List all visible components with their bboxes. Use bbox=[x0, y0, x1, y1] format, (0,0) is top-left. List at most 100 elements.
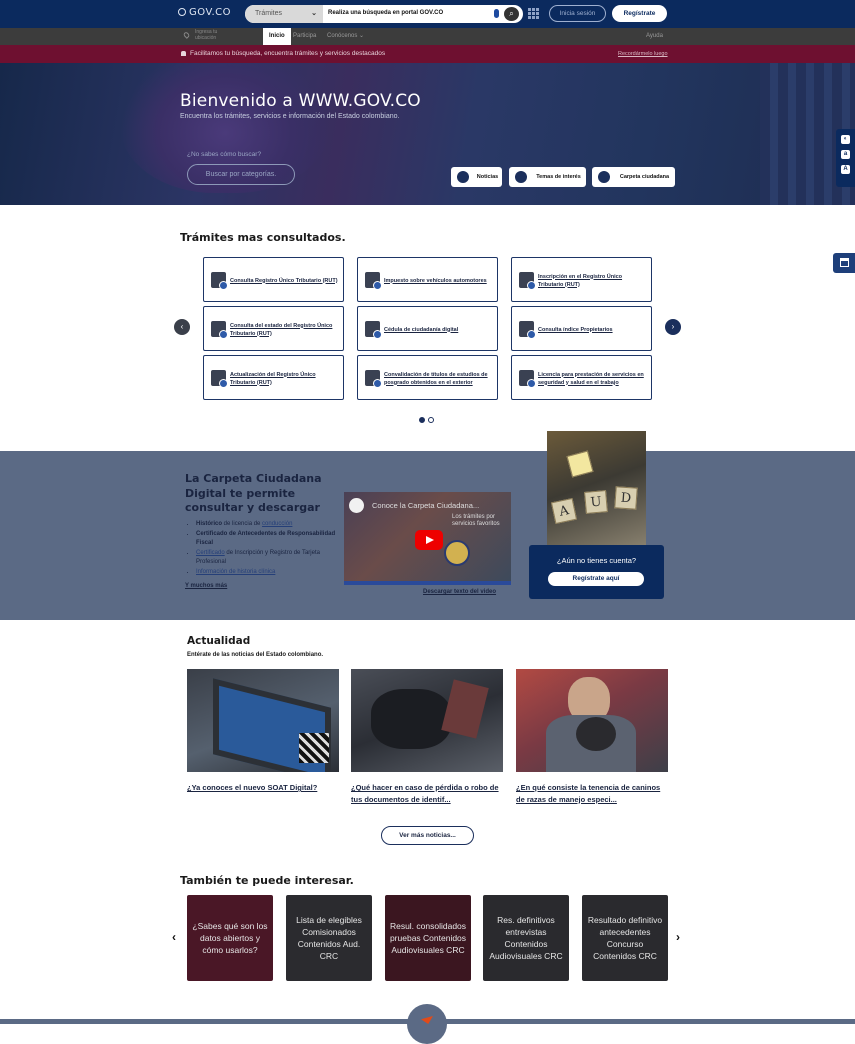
search-button[interactable]: ⌕ bbox=[504, 7, 519, 21]
carousel-pagination bbox=[419, 410, 437, 428]
hero-subtitle: Encuentra los trámites, servicios e info… bbox=[180, 113, 400, 120]
tramite-card[interactable]: Inscripción en el Registro Único Tributa… bbox=[511, 257, 652, 302]
interes-card[interactable]: Resul. consolidados pruebas Contenidos A… bbox=[385, 895, 471, 981]
video-transcript-link[interactable]: Descargar texto del video bbox=[423, 589, 496, 595]
tramite-card-label: Inscripción en el Registro Único Tributa… bbox=[538, 273, 623, 288]
letter-tile: U bbox=[584, 490, 608, 514]
video-title: Conoce la Carpeta Ciudadana... bbox=[372, 501, 480, 510]
search-category-select[interactable]: Trámites ⌄ bbox=[245, 5, 323, 23]
search-by-category-button[interactable]: Buscar por categorías. bbox=[187, 164, 295, 185]
tramite-card[interactable]: Convalidación de títulos de estudios de … bbox=[357, 355, 498, 400]
alert-bar: Facilitamos tu búsqueda, encuentra trámi… bbox=[0, 45, 855, 63]
more-link[interactable]: Y muchos más bbox=[185, 583, 227, 589]
news-card[interactable]: ¿Ya conoces el nuevo SOAT Digital? bbox=[187, 669, 339, 794]
interes-card-label: Resul. consolidados pruebas Contenidos A… bbox=[389, 921, 467, 955]
search-input[interactable]: Realiza una búsqueda en portal GOV.CO bbox=[328, 10, 443, 16]
interes-card[interactable]: Res. definitivos entrevistas Contenidos … bbox=[483, 895, 569, 981]
decrease-font-icon[interactable]: a bbox=[841, 150, 850, 159]
interes-card-label: Res. definitivos entrevistas Contenidos … bbox=[489, 915, 563, 961]
location-selector[interactable]: Ingresa tu ubicación bbox=[182, 29, 217, 41]
graduation-cap-icon bbox=[365, 370, 382, 388]
interes-next-button[interactable]: › bbox=[676, 930, 680, 944]
institution-icon bbox=[840, 258, 849, 267]
letter-tile: A bbox=[550, 497, 578, 525]
govco-logo[interactable]: GOV.CO bbox=[178, 7, 231, 18]
item-link[interactable]: Información de historia clínica bbox=[196, 569, 275, 575]
document-icon bbox=[365, 272, 382, 290]
increase-font-icon[interactable]: A bbox=[841, 165, 850, 174]
item-link[interactable]: conducción bbox=[262, 521, 292, 527]
tramite-card[interactable]: Licencia para prestación de servicios en… bbox=[511, 355, 652, 400]
document-icon bbox=[211, 370, 228, 388]
register-cta-box: ¿Aún no tienes cuenta? Regístrate aquí bbox=[529, 545, 664, 599]
document-icon bbox=[211, 321, 228, 339]
chevron-down-icon: ⌄ bbox=[359, 33, 365, 39]
news-card[interactable]: ¿Qué hacer en caso de pérdida o robo de … bbox=[351, 669, 503, 805]
news-image bbox=[516, 669, 668, 772]
tab-inicio[interactable]: Inicio bbox=[263, 28, 291, 45]
tramite-card[interactable]: Consulta del estado del Registro Único T… bbox=[203, 306, 344, 351]
play-button[interactable] bbox=[415, 530, 443, 550]
interes-title: También te puede interesar. bbox=[180, 874, 354, 887]
document-icon bbox=[519, 321, 536, 339]
register-button[interactable]: Regístrate bbox=[612, 5, 667, 22]
apps-grid-icon[interactable] bbox=[528, 8, 539, 19]
carousel-dot[interactable] bbox=[428, 417, 434, 423]
carousel-prev-button[interactable]: ‹ bbox=[174, 319, 190, 335]
list-item: Certificado de Inscripción y Registro de… bbox=[196, 549, 336, 568]
news-shortcut-label: Noticias bbox=[476, 174, 499, 180]
tramite-card[interactable]: Cédula de ciudadanía digital bbox=[357, 306, 498, 351]
main-nav: Ingresa tu ubicación Inicio Participa Con… bbox=[0, 28, 855, 45]
side-institution-button[interactable] bbox=[833, 253, 855, 273]
citizen-folder-shortcut-button[interactable]: Carpeta ciudadana bbox=[592, 167, 675, 187]
location-line-2: ubicación bbox=[195, 35, 217, 41]
colombia-flag-icon bbox=[421, 1016, 433, 1024]
tramite-card-label: Licencia para prestación de servicios en… bbox=[538, 371, 644, 386]
remind-later-link[interactable]: Recordármelo luego bbox=[618, 51, 668, 57]
interes-prev-button[interactable]: ‹ bbox=[172, 930, 176, 944]
more-news-button[interactable]: Ver más noticias... bbox=[381, 826, 474, 845]
tramite-card[interactable]: Actualización del Registro Único Tributa… bbox=[203, 355, 344, 400]
carousel-dot[interactable] bbox=[419, 417, 425, 423]
footer-logo bbox=[407, 1004, 447, 1044]
tramite-card-label: Convalidación de títulos de estudios de … bbox=[384, 371, 488, 386]
tramite-card[interactable]: Consulta Registro Único Tributario (RUT) bbox=[203, 257, 344, 302]
chip-tile bbox=[566, 450, 594, 478]
tab-participa[interactable]: Participa bbox=[293, 28, 316, 45]
video-progress-bar bbox=[344, 581, 511, 585]
item-bold: Histórico bbox=[196, 521, 223, 527]
tramite-card-label: Actualización del Registro Único Tributa… bbox=[230, 371, 316, 386]
help-link[interactable]: Ayuda bbox=[646, 28, 663, 45]
citizen-folder-shortcut-label: Carpeta ciudadana bbox=[619, 174, 670, 180]
carpeta-title: La Carpeta Ciudadana Digital te permite … bbox=[185, 472, 322, 514]
interes-card-label: Lista de elegibles Comisionados Contenid… bbox=[296, 915, 362, 961]
contrast-icon[interactable]: ◐ bbox=[841, 135, 850, 144]
list-item: Información de historia clínica bbox=[196, 568, 336, 578]
interes-card[interactable]: Lista de elegibles Comisionados Contenid… bbox=[286, 895, 372, 981]
tramite-card[interactable]: Consulta índice Propietarios bbox=[511, 306, 652, 351]
microphone-icon[interactable] bbox=[494, 9, 499, 18]
register-here-button[interactable]: Regístrate aquí bbox=[548, 572, 644, 586]
interes-card[interactable]: Resultado definitivo antecedentes Concur… bbox=[582, 895, 668, 981]
item-link[interactable]: Certificado bbox=[196, 550, 225, 556]
carousel-next-button[interactable]: › bbox=[665, 319, 681, 335]
interes-card[interactable]: ¿Sabes qué son los datos abiertos y cómo… bbox=[187, 895, 273, 981]
tramites-title: Trámites mas consultados. bbox=[180, 231, 346, 244]
tramite-card[interactable]: Impuesto sobre vehículos automotores bbox=[357, 257, 498, 302]
tab-conocenos[interactable]: Conócenos ⌄ bbox=[327, 28, 364, 45]
hero-banner: Bienvenido a WWW.GOV.CO Encuentra los tr… bbox=[0, 63, 855, 205]
tramite-card-label: Consulta índice Propietarios bbox=[538, 326, 613, 333]
topics-shortcut-button[interactable]: Temas de interés bbox=[509, 167, 586, 187]
letter-tile: D bbox=[614, 486, 638, 510]
news-shortcut-button[interactable]: Noticias bbox=[451, 167, 502, 187]
location-pin-icon bbox=[182, 31, 191, 39]
login-button[interactable]: Inicia sesión bbox=[549, 5, 606, 22]
topics-icon bbox=[515, 171, 527, 183]
news-card[interactable]: ¿En qué consiste la tenencia de caninos … bbox=[516, 669, 668, 805]
news-title: ¿Ya conoces el nuevo SOAT Digital? bbox=[187, 783, 318, 792]
topics-shortcut-label: Temas de interés bbox=[536, 174, 581, 180]
folder-icon bbox=[598, 171, 610, 183]
accessibility-toolbar: ◐ a A bbox=[836, 129, 855, 187]
video-player[interactable]: Conoce la Carpeta Ciudadana... Los trámi… bbox=[344, 492, 511, 585]
news-title: ¿En qué consiste la tenencia de caninos … bbox=[516, 783, 661, 804]
